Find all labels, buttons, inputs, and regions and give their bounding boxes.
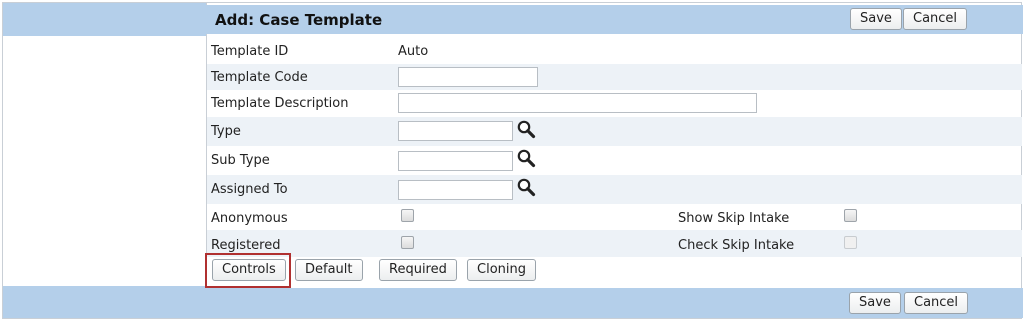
anonymous-checkbox[interactable] [401, 209, 414, 222]
row-template-description: Template Description [207, 90, 1022, 117]
type-lookup-magnifier-icon[interactable] [516, 119, 536, 139]
left-footer-band [3, 286, 206, 318]
row-sub-type: Sub Type [207, 146, 1022, 175]
assigned-to-input[interactable] [398, 180, 513, 200]
cancel-button-top[interactable]: Cancel [903, 8, 968, 30]
template-code-input[interactable] [398, 67, 538, 87]
row-type: Type [207, 117, 1022, 146]
show-skip-intake-checkbox[interactable] [844, 209, 857, 222]
sub-type-lookup-magnifier-icon[interactable] [516, 148, 536, 168]
check-skip-intake-label: Check Skip Intake [678, 238, 795, 253]
footer-right-strip [995, 288, 1023, 318]
row-registered: Registered Check Skip Intake [207, 230, 1022, 257]
registered-label: Registered [211, 238, 281, 253]
controls-highlight-box [205, 253, 291, 288]
page-title: Add: Case Template [215, 11, 383, 29]
sub-type-input[interactable] [398, 151, 513, 171]
left-header-band [3, 3, 206, 36]
row-anonymous: Anonymous Show Skip Intake [207, 204, 1022, 230]
check-skip-intake-checkbox [844, 236, 857, 249]
show-skip-intake-label: Show Skip Intake [678, 211, 790, 226]
footer-bar: Save Cancel [206, 288, 995, 318]
left-column [3, 3, 207, 318]
required-button[interactable]: Required [379, 259, 457, 281]
type-label: Type [211, 124, 241, 139]
header-bar: Add: Case Template Save Cancel [206, 5, 995, 34]
cancel-button-bottom[interactable]: Cancel [904, 292, 969, 314]
header-right-strip [995, 5, 1023, 34]
template-id-value: Auto [398, 44, 429, 59]
assigned-to-label: Assigned To [211, 182, 288, 197]
row-assigned-to: Assigned To [207, 175, 1022, 204]
sub-type-label: Sub Type [211, 153, 270, 168]
assigned-to-lookup-magnifier-icon[interactable] [516, 177, 536, 197]
save-button-bottom[interactable]: Save [849, 292, 901, 314]
row-template-code: Template Code [207, 64, 1022, 90]
anonymous-label: Anonymous [211, 211, 288, 226]
template-description-input[interactable] [398, 93, 757, 113]
type-input[interactable] [398, 121, 513, 141]
registered-checkbox[interactable] [401, 236, 414, 249]
template-description-label: Template Description [211, 96, 349, 111]
row-template-id: Template ID Auto [207, 39, 1022, 64]
template-id-label: Template ID [211, 44, 289, 59]
template-code-label: Template Code [211, 70, 308, 85]
save-button-top[interactable]: Save [850, 8, 902, 30]
cloning-button[interactable]: Cloning [467, 259, 536, 281]
default-button[interactable]: Default [295, 259, 363, 281]
